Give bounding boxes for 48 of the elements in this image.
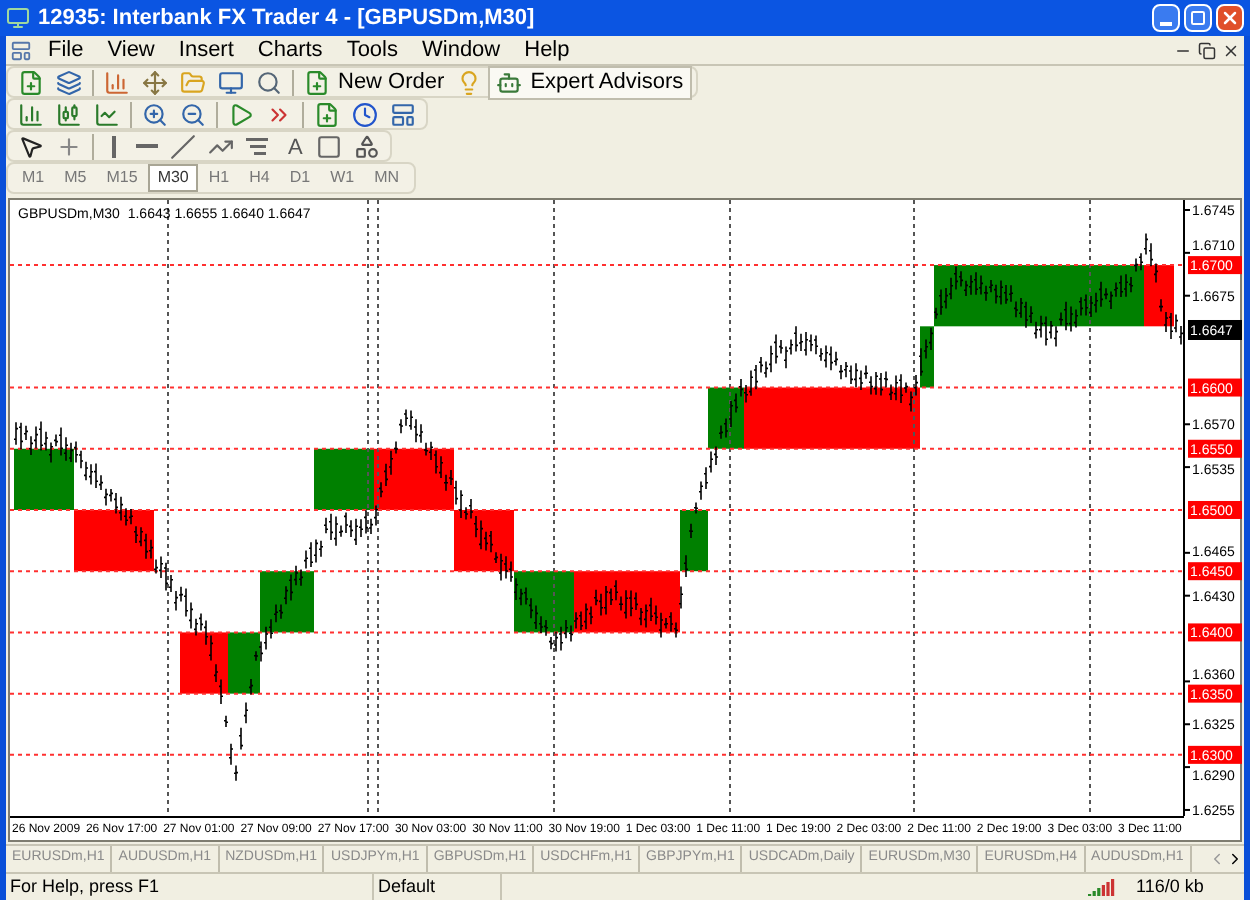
menu-item[interactable]: Help bbox=[512, 33, 582, 67]
close-icon bbox=[1220, 8, 1240, 28]
connection-bars-icon bbox=[1088, 878, 1116, 896]
close-icon[interactable] bbox=[1222, 41, 1240, 59]
app-icon bbox=[6, 6, 30, 30]
timeframe-button[interactable]: M1 bbox=[12, 164, 55, 192]
price-zone bbox=[314, 448, 374, 510]
maximize-button[interactable] bbox=[1184, 4, 1212, 32]
new-order-button[interactable]: New Order bbox=[298, 67, 451, 97]
maximize-icon bbox=[1190, 10, 1206, 26]
menu-item[interactable]: File bbox=[36, 33, 96, 67]
menu-item[interactable]: Tools bbox=[334, 33, 410, 67]
line-chart-icon bbox=[94, 101, 120, 127]
candlestick-icon bbox=[56, 101, 82, 127]
timeframe-button[interactable]: MN bbox=[364, 164, 410, 192]
menu-item[interactable]: Insert bbox=[166, 33, 246, 67]
traffic-text: 116/0 kb bbox=[1134, 873, 1206, 900]
trendline-icon bbox=[170, 133, 196, 159]
minimize-button[interactable] bbox=[1152, 4, 1180, 32]
timeframe-button[interactable]: H1 bbox=[198, 164, 240, 192]
timeframe-button[interactable]: W1 bbox=[320, 164, 365, 192]
window-title: 12935: Interbank FX Trader 4 - [GBPUSDm,M30] bbox=[38, 3, 535, 34]
zoom-out-icon bbox=[180, 101, 206, 127]
expert-advisors-button[interactable]: Expert Advisors bbox=[490, 67, 690, 97]
shapes-icon bbox=[354, 133, 381, 159]
timeframe-button[interactable]: M5 bbox=[54, 164, 97, 192]
cursor-icon bbox=[18, 133, 44, 159]
timeframe-button[interactable]: D1 bbox=[279, 164, 321, 192]
menu-item[interactable]: Window bbox=[410, 33, 513, 67]
timeframe-button[interactable]: M15 bbox=[96, 164, 148, 192]
profile-name: Default bbox=[372, 873, 500, 900]
close-button[interactable] bbox=[1216, 4, 1244, 32]
price-zone bbox=[74, 510, 154, 572]
timeframe-button[interactable]: M30 bbox=[147, 164, 199, 192]
price-zone bbox=[14, 448, 74, 510]
timeframe-button[interactable]: H4 bbox=[239, 164, 280, 192]
restore-icon[interactable] bbox=[1198, 41, 1216, 59]
crosshair-icon bbox=[56, 133, 82, 159]
scroll-right-icon[interactable] bbox=[1226, 850, 1244, 868]
text-tool-button[interactable]: A bbox=[280, 131, 311, 161]
price-zone bbox=[374, 448, 454, 510]
menu-item[interactable]: View bbox=[95, 33, 167, 67]
zoom-in-icon bbox=[142, 101, 168, 127]
bar-chart-icon bbox=[18, 101, 44, 127]
status-text: For Help, press F1 bbox=[8, 873, 162, 900]
folder-icon bbox=[180, 69, 206, 95]
lines-icon bbox=[246, 137, 268, 155]
menu-item[interactable]: Charts bbox=[245, 33, 335, 67]
